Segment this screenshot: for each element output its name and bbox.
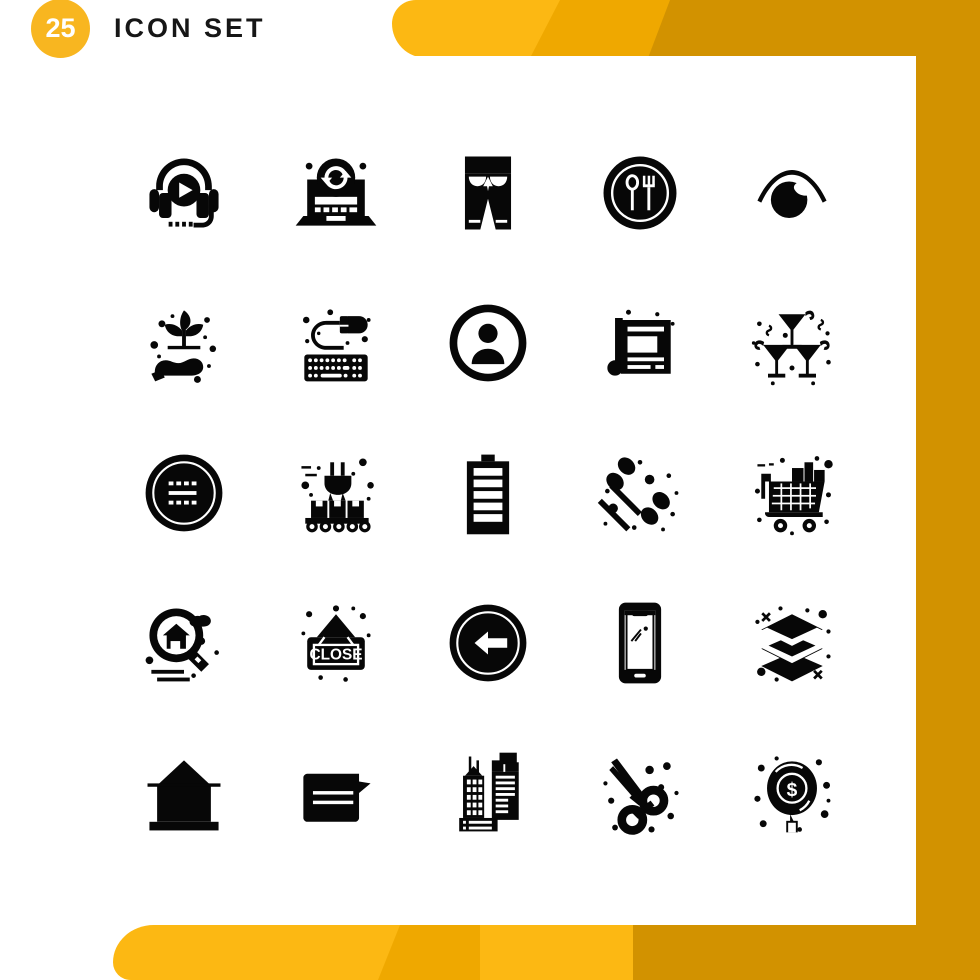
icon-cell-message[interactable]: Message xyxy=(260,718,412,868)
plate-spoon-fork-icon xyxy=(603,156,677,230)
icon-cell-back-arrow[interactable]: Back Arrow xyxy=(412,568,564,718)
chat-bubble-icon xyxy=(303,773,371,822)
icon-cell-user-profile[interactable]: User Profile xyxy=(412,268,564,418)
svg-text:$: $ xyxy=(787,780,798,801)
icon-cell-scissors[interactable]: Scissors xyxy=(564,718,716,868)
icon-cell-home[interactable]: Home xyxy=(108,718,260,868)
icon-cell-loaded-cart[interactable]: Loaded Cart xyxy=(716,418,868,568)
laptop-sync-icon xyxy=(295,158,377,226)
hand-plant-growth-icon xyxy=(150,310,217,383)
house-search-icon xyxy=(145,608,219,682)
circle-menu-dots-icon xyxy=(145,454,223,532)
icon-set-poster: 25 ICON SET Headphone Play xyxy=(0,0,980,980)
icon-grid: Headphone Play Laptop Refresh xyxy=(108,118,868,868)
icon-cell-layers[interactable]: Layers xyxy=(716,568,868,718)
icon-cell-smartphone[interactable]: Smartphone xyxy=(564,568,716,718)
shopping-cart-full-icon xyxy=(754,456,833,536)
layers-icon xyxy=(755,606,831,682)
smartphone-icon xyxy=(618,602,662,684)
city-buildings-icon xyxy=(459,752,519,832)
icon-cell-menu-circle[interactable]: Menu Circle xyxy=(108,418,260,568)
icon-cell-cotton-buds[interactable]: Cotton Buds xyxy=(564,418,716,568)
icon-cell-laptop-sync[interactable]: Laptop Refresh xyxy=(260,118,412,268)
back-arrow-circle-icon xyxy=(449,604,527,682)
icon-count-badge: 25 xyxy=(31,0,90,58)
cotton-swabs-icon xyxy=(597,457,679,532)
icon-cell-blueprint[interactable]: Blueprint xyxy=(564,268,716,418)
icon-cell-battery[interactable]: Battery xyxy=(412,418,564,568)
icon-cell-dish-cutlery[interactable]: Dish Cutlery xyxy=(564,118,716,268)
keyboard-mouse-icon xyxy=(302,309,371,382)
dollar-balloon-icon: $ xyxy=(754,756,831,833)
scissors-icon xyxy=(603,758,679,835)
icon-cell-hand-plant[interactable]: Hand Plant xyxy=(108,268,260,418)
icon-cell-buildings[interactable]: Buildings xyxy=(412,718,564,868)
icon-cell-production-line[interactable]: Production Line xyxy=(260,418,412,568)
blueprint-document-icon xyxy=(607,309,675,376)
decor-ribbon-bottom-light xyxy=(113,925,633,980)
icon-cell-property-search[interactable]: Property Search xyxy=(108,568,260,718)
home-icon xyxy=(147,760,221,831)
decor-bar-right xyxy=(915,58,980,925)
icon-cell-cocktails[interactable]: Cocktails xyxy=(716,268,868,418)
cocktail-glasses-icon xyxy=(751,310,831,386)
page-title: ICON SET xyxy=(114,12,266,43)
battery-icon xyxy=(466,454,510,535)
icon-cell-eye[interactable]: Eye xyxy=(716,118,868,268)
headphones-play-icon xyxy=(149,158,219,228)
user-circle-icon xyxy=(449,304,527,382)
conveyor-belt-icon xyxy=(301,458,374,533)
icon-cell-keyboard-mouse[interactable]: Keyboard Mouse xyxy=(260,268,412,418)
close-sign-icon: CLOSE xyxy=(301,605,371,682)
icon-cell-money-balloon[interactable]: $ Money Balloon xyxy=(716,718,868,868)
eye-icon xyxy=(757,169,827,218)
poster-header: 25 ICON SET xyxy=(0,0,980,58)
icon-cell-close-sign[interactable]: CLOSE Close Sign xyxy=(260,568,412,718)
close-sign-text: CLOSE xyxy=(310,646,363,663)
icon-cell-headphones-play[interactable]: Headphone Play xyxy=(108,118,260,268)
icon-cell-shorts[interactable]: Shorts xyxy=(412,118,564,268)
shorts-pants-icon xyxy=(464,156,512,230)
